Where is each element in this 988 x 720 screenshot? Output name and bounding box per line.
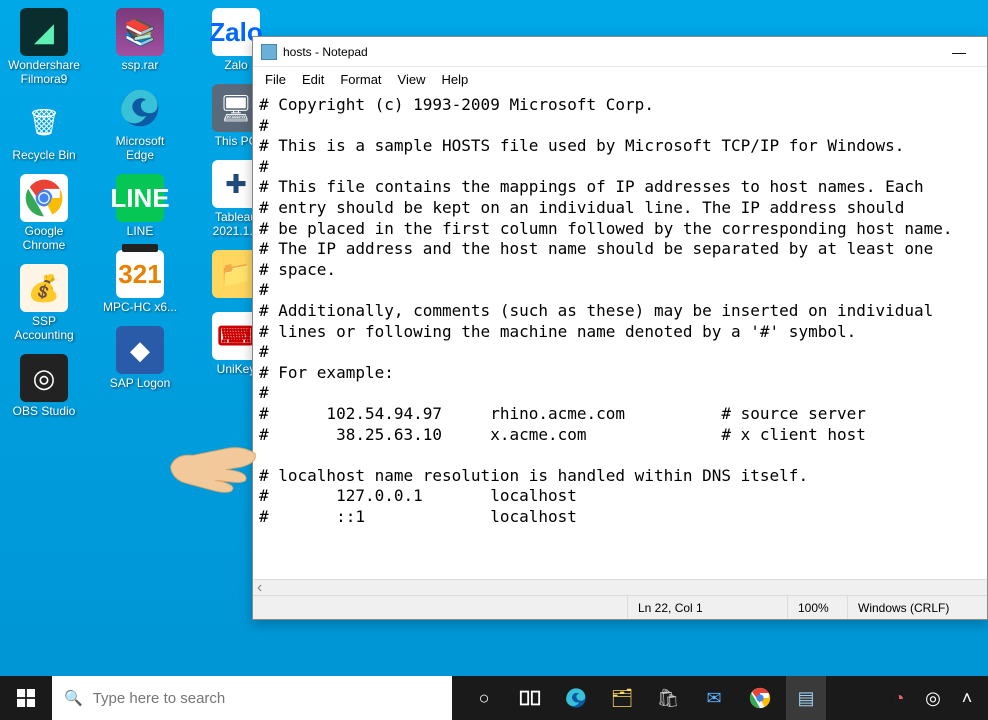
search-icon: 🔍 — [64, 689, 83, 707]
taskbar: 🔍 Type here to search ○ 🗂 🛍 ✉ ▤ ◔ ◎ ˄ — [0, 676, 988, 720]
status-position: Ln 22, Col 1 — [627, 596, 787, 619]
tray-app-obs[interactable]: ◎ — [918, 676, 948, 720]
minimize-button[interactable]: — — [939, 38, 979, 66]
desktop: ◢Wondershare Filmora9 🗑Recycle Bin Googl… — [0, 0, 260, 680]
taskbar-search[interactable]: 🔍 Type here to search — [52, 676, 452, 720]
search-placeholder: Type here to search — [93, 690, 226, 707]
editor-textarea[interactable]: # Copyright (c) 1993-2009 Microsoft Corp… — [253, 91, 987, 579]
desktop-icon-filmora[interactable]: ◢Wondershare Filmora9 — [4, 8, 84, 86]
desktop-icon-ssp-rar[interactable]: 📚ssp.rar — [100, 8, 180, 72]
taskbar-app-chrome[interactable] — [740, 676, 780, 720]
notepad-window: hosts - Notepad — File Edit Format View … — [252, 36, 988, 620]
menubar: File Edit Format View Help — [253, 67, 987, 91]
desktop-icon-ssp-accounting[interactable]: 💰SSP Accounting — [4, 264, 84, 342]
menu-help[interactable]: Help — [433, 70, 476, 89]
menu-edit[interactable]: Edit — [294, 70, 332, 89]
horizontal-scrollbar[interactable]: ‹ — [253, 579, 987, 595]
desktop-icon-recycle-bin[interactable]: 🗑Recycle Bin — [4, 98, 84, 162]
notepad-icon — [261, 44, 277, 60]
taskbar-app-explorer[interactable]: 🗂 — [602, 676, 642, 720]
statusbar: Ln 22, Col 1 100% Windows (CRLF) — [253, 595, 987, 619]
window-title: hosts - Notepad — [283, 45, 368, 59]
desktop-icon-line[interactable]: LINELINE — [100, 174, 180, 238]
start-button[interactable] — [0, 676, 52, 720]
desktop-icon-sap[interactable]: ◆SAP Logon — [100, 326, 180, 390]
menu-file[interactable]: File — [257, 70, 294, 89]
desktop-icon-obs[interactable]: ◎OBS Studio — [4, 354, 84, 418]
tray-overflow-icon[interactable]: ˄ — [952, 676, 982, 720]
taskbar-app-mail[interactable]: ✉ — [694, 676, 734, 720]
desktop-icon-edge[interactable]: Microsoft Edge — [100, 84, 180, 162]
desktop-icon-chrome[interactable]: Google Chrome — [4, 174, 84, 252]
status-eol: Windows (CRLF) — [847, 596, 987, 619]
titlebar[interactable]: hosts - Notepad — — [253, 37, 987, 67]
tray-app-1[interactable]: ◔ — [884, 676, 914, 720]
menu-format[interactable]: Format — [332, 70, 389, 89]
desktop-icon-mpc[interactable]: 321MPC-HC x6... — [100, 250, 180, 314]
taskbar-app-notepad[interactable]: ▤ — [786, 676, 826, 720]
taskbar-app-store[interactable]: 🛍 — [648, 676, 688, 720]
taskbar-app-edge[interactable] — [556, 676, 596, 720]
menu-view[interactable]: View — [390, 70, 434, 89]
status-zoom: 100% — [787, 596, 847, 619]
cortana-icon[interactable]: ○ — [464, 676, 504, 720]
system-tray: ◔ ◎ ˄ — [878, 676, 988, 720]
task-view-icon[interactable] — [510, 676, 550, 720]
